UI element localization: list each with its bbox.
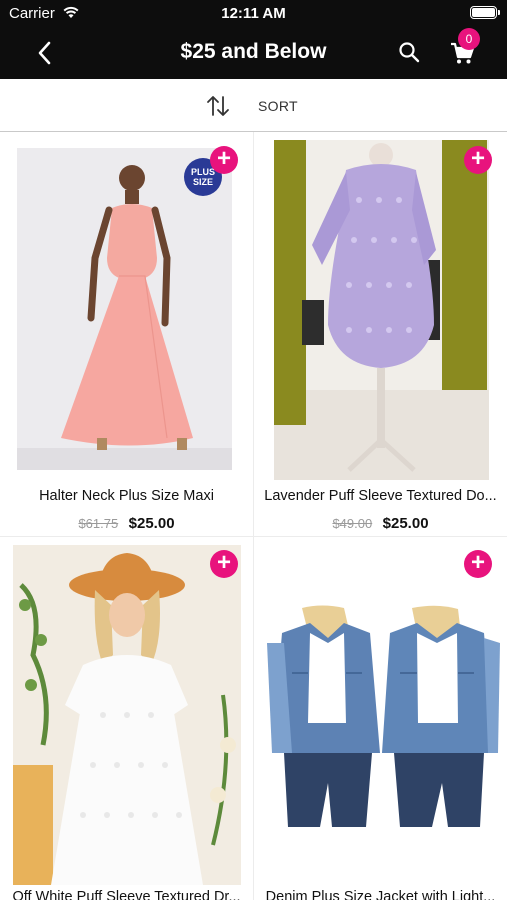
add-to-cart-button[interactable]: + — [464, 146, 492, 174]
status-bar: Carrier 12:11 AM — [0, 0, 507, 28]
product-card[interactable]: + Denim Plus Size Jacket with Light... — [254, 537, 507, 900]
product-name[interactable]: Halter Neck Plus Size Maxi — [0, 488, 253, 504]
product-name[interactable]: Lavender Puff Sleeve Textured Do... — [254, 488, 507, 504]
search-icon[interactable] — [397, 40, 421, 64]
product-card[interactable]: + Off White Puff Sleeve Textured Dr... — [0, 537, 253, 900]
jacket-illustration — [262, 603, 502, 827]
product-image[interactable] — [262, 603, 502, 827]
original-price: $49.00 — [332, 516, 373, 531]
dress-illustration — [17, 148, 232, 470]
top-bar: Carrier 12:11 AM $25 and Below 0 — [0, 0, 507, 79]
add-to-cart-button[interactable]: + — [210, 550, 238, 578]
product-prices: $49.00 $25.00 — [254, 515, 507, 533]
add-to-cart-button[interactable]: + — [210, 146, 238, 174]
sort-bar[interactable]: SORT — [0, 79, 507, 132]
cart-count-badge: 0 — [458, 28, 480, 50]
product-name[interactable]: Off White Puff Sleeve Textured Dr... — [0, 889, 253, 900]
sale-price: $25.00 — [382, 515, 429, 532]
product-prices: $61.75 $25.00 — [0, 515, 253, 533]
add-to-cart-button[interactable]: + — [464, 550, 492, 578]
product-image[interactable] — [17, 148, 232, 470]
nav-bar: $25 and Below 0 — [0, 28, 507, 79]
original-price: $61.75 — [78, 516, 119, 531]
dress-illustration — [274, 140, 489, 480]
sort-icon — [207, 96, 229, 116]
product-image[interactable] — [13, 545, 241, 885]
sort-label: SORT — [258, 98, 298, 114]
product-name[interactable]: Denim Plus Size Jacket with Light... — [254, 889, 507, 900]
sale-price: $25.00 — [128, 515, 175, 532]
product-card[interactable]: PLUS SIZE + Halter Neck Plus Size Maxi $6… — [0, 133, 253, 536]
dress-illustration — [13, 545, 241, 885]
battery-icon — [470, 6, 500, 19]
page-title: $25 and Below — [180, 40, 327, 63]
status-time: 12:11 AM — [221, 5, 286, 22]
product-image[interactable] — [274, 140, 489, 480]
product-card[interactable]: + Lavender Puff Sleeve Textured Do... $4… — [254, 133, 507, 536]
